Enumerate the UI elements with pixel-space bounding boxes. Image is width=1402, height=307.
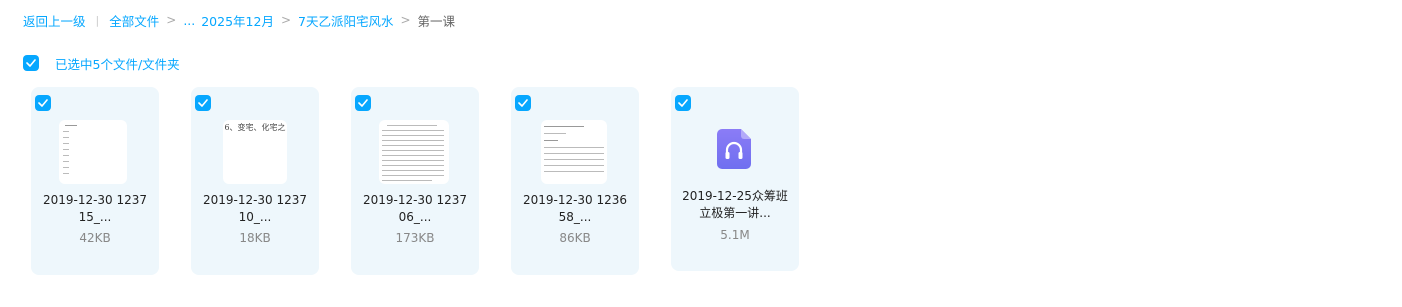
file-card[interactable]: 2019-12-30 1237 15_... 42KB [31, 87, 159, 275]
breadcrumb: 返回上一级 | 全部文件 > ... 2025年12月 > 7天乙派阳宅风水 >… [23, 10, 455, 30]
back-link[interactable]: 返回上一级 [23, 11, 86, 30]
file-checkbox[interactable] [675, 95, 691, 111]
image-thumbnail [379, 120, 449, 184]
file-size: 86KB [559, 231, 591, 245]
file-card[interactable]: 6、变宅、化宅之 2019-12-30 1237 10_... 18KB [191, 87, 319, 275]
breadcrumb-all-files[interactable]: 全部文件 [109, 11, 159, 30]
file-card[interactable]: 2019-12-25众筹班 立极第一讲... 5.1M [671, 87, 799, 271]
file-size: 5.1M [720, 228, 750, 242]
file-size: 18KB [239, 231, 271, 245]
selection-bar: 已选中5个文件/文件夹 [23, 54, 180, 72]
file-checkbox[interactable] [515, 95, 531, 111]
file-name: 2019-12-25众筹班 立极第一讲... [682, 189, 788, 220]
checkmark-icon [38, 99, 48, 107]
chevron-right-icon: > [280, 13, 292, 27]
checkmark-icon [358, 99, 368, 107]
select-all-checkbox[interactable] [23, 55, 39, 71]
file-checkbox[interactable] [195, 95, 211, 111]
breadcrumb-ellipsis[interactable]: ... [183, 13, 195, 28]
headphones-icon [717, 129, 751, 169]
checkmark-icon [678, 99, 688, 107]
file-checkbox[interactable] [355, 95, 371, 111]
checkmark-icon [518, 99, 528, 107]
chevron-right-icon: > [400, 13, 411, 27]
breadcrumb-current: 第一课 [417, 13, 456, 29]
file-name: 2019-12-30 1236 58_... [522, 193, 628, 224]
file-name: 2019-12-30 1237 15_... [42, 193, 148, 224]
file-checkbox[interactable] [35, 95, 51, 111]
image-thumbnail: 6、变宅、化宅之 [223, 120, 287, 184]
file-card[interactable]: 2019-12-30 1237 06_... 173KB [351, 87, 479, 275]
image-thumbnail [541, 120, 607, 184]
file-card[interactable]: 2019-12-30 1236 58_... 86KB [511, 87, 639, 275]
breadcrumb-folder-2025-12[interactable]: 2025年12月 [201, 11, 274, 30]
thumbnail-text: 6、变宅、化宅之 [224, 123, 286, 132]
chevron-right-icon: > [166, 13, 177, 27]
breadcrumb-divider: | [95, 13, 100, 27]
file-size: 173KB [395, 231, 435, 245]
checkmark-icon [26, 59, 36, 67]
selection-count-label: 已选中5个文件/文件夹 [55, 56, 180, 72]
file-size: 42KB [79, 231, 111, 245]
file-name: 2019-12-30 1237 06_... [362, 193, 468, 224]
image-thumbnail [59, 120, 127, 184]
breadcrumb-folder-fengshui[interactable]: 7天乙派阳宅风水 [298, 11, 393, 30]
file-name: 2019-12-30 1237 10_... [202, 193, 308, 224]
checkmark-icon [198, 99, 208, 107]
